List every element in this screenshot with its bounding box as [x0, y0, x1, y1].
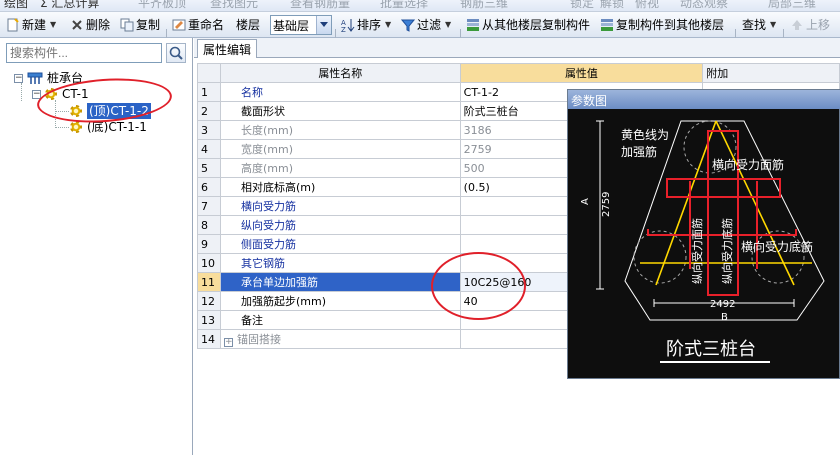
- move-up-button[interactable]: 上移: [790, 16, 830, 34]
- property-name-cell[interactable]: + 锚固搭接: [219, 329, 461, 349]
- grid-corner: [197, 63, 221, 83]
- rename-button[interactable]: 重命名: [172, 16, 224, 34]
- row-number: 1: [197, 82, 221, 102]
- property-name-cell[interactable]: 长度(mm): [219, 120, 461, 140]
- dim-a-value: 2759: [601, 192, 612, 217]
- svg-text:Z: Z: [341, 26, 346, 32]
- toolbar: 新建 ▼ 删除 复制 重命名 楼层 AZ 排序 ▼ 过滤 ▼ 从其他楼层复制构件 复制…: [0, 12, 840, 45]
- sort-icon: AZ: [341, 18, 355, 34]
- column-header-value: 属性值: [459, 63, 704, 83]
- top-bar-label: 横向受力面筋: [712, 157, 784, 172]
- column-header-name: 属性名称: [219, 63, 461, 83]
- collapse-icon[interactable]: −: [14, 73, 23, 83]
- search-icon: [169, 46, 183, 60]
- property-name-cell[interactable]: 横向受力筋: [219, 196, 461, 216]
- row-number: 8: [197, 215, 221, 235]
- property-name-cell[interactable]: 名称: [219, 82, 461, 102]
- floor-label: 楼层: [236, 18, 261, 32]
- row-number: 10: [197, 253, 221, 273]
- property-name-cell[interactable]: 纵向受力筋: [219, 215, 461, 235]
- delete-button[interactable]: 删除: [70, 16, 110, 34]
- copy-to-floor-button[interactable]: 复制构件到其他楼层: [600, 16, 724, 34]
- copy-from-floor-icon: [466, 18, 480, 32]
- floor-select-value: 基础层: [273, 19, 310, 33]
- menu-summary-calc[interactable]: Σ 汇总计算: [40, 0, 99, 11]
- column-header-extra: 附加: [702, 63, 840, 83]
- copy-icon: [120, 18, 134, 32]
- property-name-cell[interactable]: 其它钢筋: [219, 253, 461, 273]
- annotation-circle-value: [431, 252, 526, 320]
- yellow-note-line1: 黄色线为: [621, 128, 669, 142]
- row-number: 9: [197, 234, 221, 254]
- row-number: 4: [197, 139, 221, 159]
- expand-icon[interactable]: +: [223, 338, 233, 347]
- row-number: 5: [197, 158, 221, 178]
- filter-icon: [400, 18, 416, 32]
- right-bar-label: 横向受力底筋: [741, 239, 813, 254]
- menu-rebar-3d[interactable]: 钢筋三维: [460, 0, 508, 11]
- menu-batch-select[interactable]: 批量选择: [380, 0, 428, 11]
- dim-b-label: B: [721, 312, 728, 323]
- row-number: 6: [197, 177, 221, 197]
- property-tab-bar: 属性编辑: [194, 38, 840, 58]
- pile-cap-icon: [27, 71, 43, 85]
- chevron-down-icon[interactable]: [316, 16, 331, 34]
- menu-flush-top[interactable]: 平齐板顶: [138, 0, 186, 11]
- menu-dynamic-view[interactable]: 动态观察: [680, 0, 728, 11]
- menu-local-3d[interactable]: 局部三维: [768, 0, 816, 11]
- component-gear-icon: [70, 121, 82, 133]
- diagram-caption: 阶式三桩台: [666, 339, 756, 360]
- top-menu-strip: 绘图 Σ 汇总计算 平齐板顶 查找图元 查看钢筋量 批量选择 钢筋三维 锁定 解…: [0, 0, 840, 12]
- tree-connector: [55, 127, 69, 128]
- new-icon: [6, 18, 20, 32]
- menu-unlock[interactable]: 解锁: [600, 0, 624, 11]
- row-number: 11: [197, 272, 221, 292]
- vert-top-label: 纵向受力面筋: [690, 218, 704, 284]
- yellow-note-line2: 加强筋: [621, 144, 657, 159]
- property-name-cell[interactable]: 侧面受力筋: [219, 234, 461, 254]
- copy-from-floor-button[interactable]: 从其他楼层复制构件: [466, 16, 590, 34]
- property-name-cell[interactable]: 相对底标高(m): [219, 177, 461, 197]
- delete-icon: [70, 18, 84, 32]
- menu-find-element[interactable]: 查找图元: [210, 0, 258, 11]
- property-name-cell[interactable]: 承台单边加强筋: [219, 272, 461, 292]
- menu-lock[interactable]: 锁定: [570, 0, 594, 11]
- pile-circle-right: [751, 230, 805, 284]
- row-number: 14: [197, 329, 221, 349]
- pile-cap-diagram: A 2759 2492 B 黄色线为 加强筋 横向受力面筋 纵向受力面筋 纵向受…: [580, 120, 825, 363]
- floor-select[interactable]: 基础层: [270, 15, 332, 35]
- property-name-cell[interactable]: 截面形状: [219, 101, 461, 121]
- row-number: 13: [197, 310, 221, 330]
- menu-top-view[interactable]: 俯视: [635, 0, 659, 11]
- property-name-label: 锚固搭接: [236, 333, 281, 346]
- property-name-cell[interactable]: 宽度(mm): [219, 139, 461, 159]
- search-input[interactable]: [6, 43, 162, 63]
- row-number: 2: [197, 101, 221, 121]
- rename-icon: [172, 18, 186, 32]
- find-button[interactable]: 查找 ▼: [742, 16, 776, 34]
- property-name-cell[interactable]: 加强筋起步(mm): [219, 291, 461, 311]
- popup-title[interactable]: 参数图: [568, 90, 840, 109]
- menu-draw[interactable]: 绘图: [4, 0, 28, 11]
- sort-button[interactable]: AZ 排序 ▼: [341, 16, 391, 34]
- property-name-cell[interactable]: 高度(mm): [219, 158, 461, 178]
- property-name-cell[interactable]: 备注: [219, 310, 461, 330]
- row-number: 3: [197, 120, 221, 140]
- row-number: 12: [197, 291, 221, 311]
- dim-a-label: A: [580, 198, 591, 205]
- row-number: 7: [197, 196, 221, 216]
- copy-button[interactable]: 复制: [120, 16, 160, 34]
- dim-b-value: 2492: [710, 299, 735, 310]
- up-arrow-icon: [790, 18, 804, 32]
- parameter-diagram-window: 参数图 A 2759 2492 B 黄色线为 加强筋 横向受力面筋 纵向受力面筋…: [567, 89, 840, 379]
- tab-property-edit[interactable]: 属性编辑: [197, 39, 258, 58]
- new-button[interactable]: 新建 ▼: [6, 16, 56, 34]
- search-button[interactable]: [166, 43, 186, 63]
- copy-to-floor-icon: [600, 18, 614, 32]
- filter-button[interactable]: 过滤 ▼: [400, 16, 451, 34]
- horizontal-top-bar: [666, 178, 781, 198]
- menu-view-rebar[interactable]: 查看钢筋量: [290, 0, 350, 11]
- vert-bottom-label: 纵向受力底筋: [720, 218, 734, 284]
